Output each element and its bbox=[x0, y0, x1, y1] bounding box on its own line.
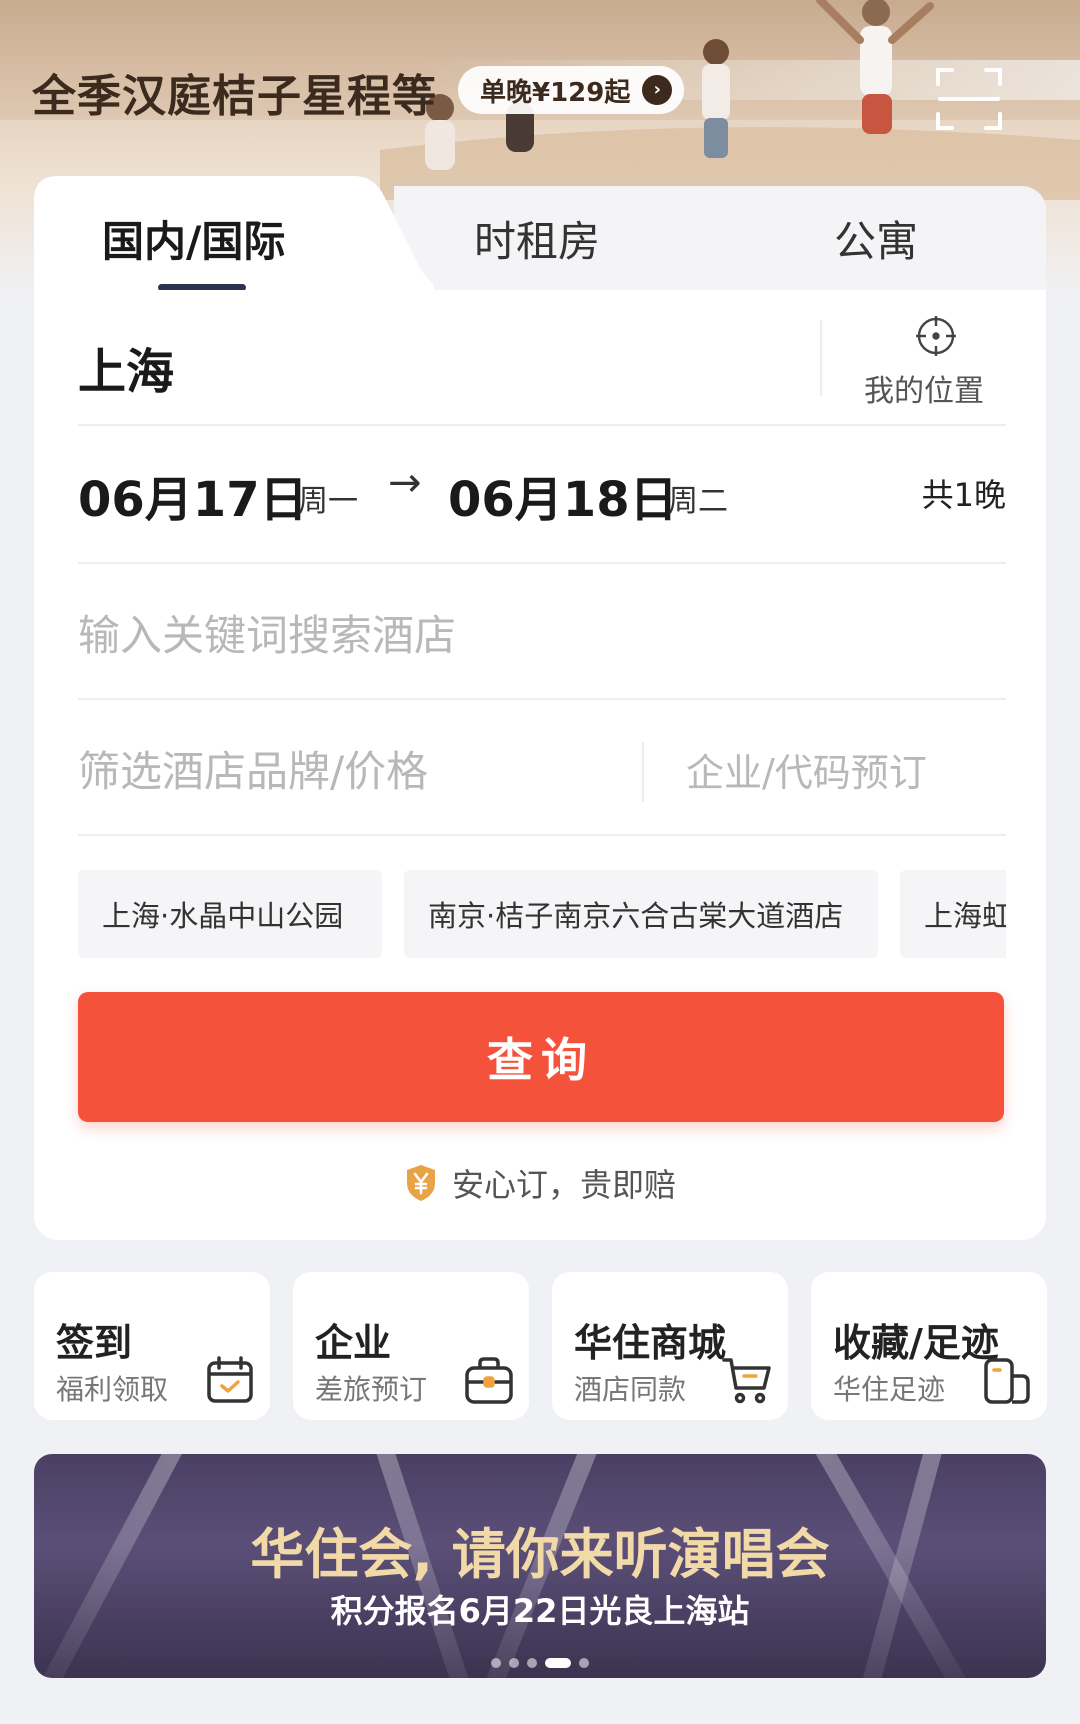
concert-promo-banner[interactable]: 华住会, 请你来听演唱会 积分报名6月22日光良上海站 bbox=[34, 1454, 1046, 1678]
shield-yen-icon bbox=[406, 1165, 435, 1201]
carousel-indicator bbox=[34, 1658, 1046, 1668]
divider bbox=[78, 834, 1006, 836]
quick-entry-title: 签到 bbox=[56, 1321, 133, 1365]
quick-entry-favorites[interactable]: 收藏/足迹 华住足迹 bbox=[811, 1272, 1047, 1420]
chevron-right-icon: › bbox=[642, 75, 673, 105]
date-range-selector[interactable]: 06月17日 周一 → 06月18日 周二 共1晚 bbox=[78, 460, 1006, 530]
brand-price-filter[interactable]: 筛选酒店品牌/价格 bbox=[78, 738, 428, 799]
tab-apartment[interactable]: 公寓 bbox=[834, 208, 918, 269]
quick-entry-subtitle: 差旅预订 bbox=[315, 1373, 428, 1406]
history-chip[interactable]: 上海虹 bbox=[900, 870, 1006, 958]
quick-entry-mall[interactable]: 华住商城 酒店同款 bbox=[552, 1272, 788, 1420]
quick-entry-title: 华住商城 bbox=[574, 1321, 727, 1365]
quick-entry-enterprise[interactable]: 企业 差旅预订 bbox=[293, 1272, 529, 1420]
quick-entry-title: 企业 bbox=[315, 1321, 392, 1365]
quick-entry-title: 收藏/足迹 bbox=[833, 1321, 999, 1365]
arrow-right-icon: → bbox=[388, 460, 422, 506]
banner-title: 全季汉庭桔子星程等 bbox=[32, 71, 437, 122]
search-history-chips: 上海·水晶中山公园 南京·桔子南京六合古棠大道酒店 上海虹 bbox=[78, 870, 1006, 960]
checkout-weekday: 周二 bbox=[668, 484, 728, 519]
calendar-check-icon bbox=[207, 1356, 253, 1403]
history-chip[interactable]: 上海·水晶中山公园 bbox=[78, 870, 382, 958]
city-selector[interactable]: 上海 bbox=[78, 332, 174, 402]
quick-entry-subtitle: 酒店同款 bbox=[574, 1373, 687, 1406]
briefcase-icon bbox=[465, 1357, 513, 1404]
tab-domestic-international[interactable]: 国内/国际 bbox=[102, 208, 285, 269]
assurance-text: 安心订，贵即赔 bbox=[451, 1166, 676, 1204]
divider bbox=[78, 698, 1006, 700]
keyword-search-input[interactable]: 输入关键词搜索酒店 bbox=[78, 602, 456, 663]
checkin-date: 06月17日 bbox=[78, 472, 308, 528]
divider bbox=[78, 562, 1006, 564]
carousel-dot bbox=[509, 1658, 519, 1668]
location-divider bbox=[820, 320, 822, 396]
checkin-weekday: 周一 bbox=[298, 484, 358, 519]
search-submit-button[interactable]: 查询 bbox=[78, 992, 1004, 1122]
concert-title: 华住会, 请你来听演唱会 bbox=[250, 1523, 830, 1586]
carousel-dot bbox=[527, 1658, 537, 1668]
quick-entry-subtitle: 福利领取 bbox=[56, 1373, 169, 1406]
scan-icon[interactable] bbox=[934, 64, 1004, 134]
quick-entry-checkin[interactable]: 签到 福利领取 bbox=[34, 1272, 270, 1420]
footprint-icon bbox=[984, 1358, 1030, 1404]
carousel-dot bbox=[579, 1658, 589, 1668]
history-chip[interactable]: 南京·桔子南京六合古棠大道酒店 bbox=[404, 870, 878, 958]
cart-icon bbox=[722, 1358, 771, 1404]
promo-pill[interactable]: 单晚¥129起 › bbox=[458, 66, 685, 114]
quick-entry-subtitle: 华住足迹 bbox=[833, 1373, 946, 1406]
my-location-label: 我的位置 bbox=[864, 374, 984, 409]
checkout-date: 06月18日 bbox=[448, 472, 678, 528]
booking-assurance[interactable]: 安心订，贵即赔 bbox=[34, 1160, 1046, 1206]
carousel-dot bbox=[491, 1658, 501, 1668]
my-location-button[interactable]: 我的位置 bbox=[864, 312, 1004, 412]
concert-subtitle: 积分报名6月22日光良上海站 bbox=[330, 1592, 750, 1630]
tab-hourly-room[interactable]: 时租房 bbox=[474, 208, 600, 269]
filter-divider bbox=[642, 742, 644, 802]
divider bbox=[78, 424, 1006, 426]
nights-count: 共1晚 bbox=[921, 476, 1006, 514]
promo-price-text: 单晚¥129起 bbox=[480, 77, 631, 108]
locate-crosshair-icon bbox=[916, 316, 956, 356]
booking-tabs: 国内/国际 时租房 公寓 bbox=[34, 176, 1046, 292]
carousel-dot-active bbox=[545, 1658, 571, 1668]
search-card: 上海 我的位置 06月17日 周一 → 06月18日 周二 共1晚 输入关键词搜… bbox=[34, 290, 1046, 1240]
corporate-code-booking[interactable]: 企业/代码预订 bbox=[686, 742, 927, 797]
